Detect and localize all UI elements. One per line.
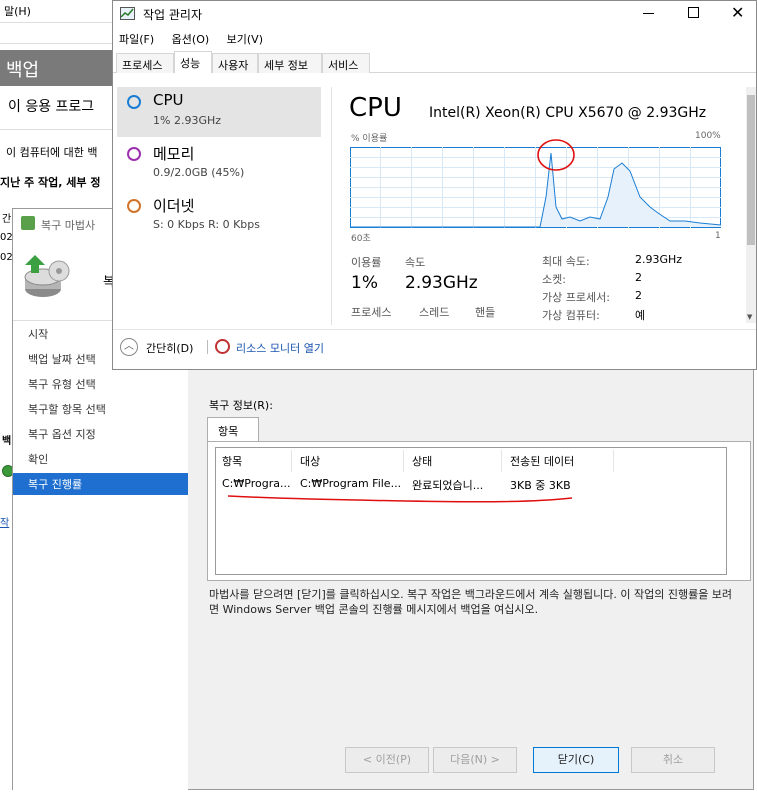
scrollbar-thumb[interactable] bbox=[747, 95, 755, 245]
virtual-machine-value: 예 bbox=[635, 309, 646, 322]
tab-users[interactable]: 사용자 bbox=[212, 53, 258, 73]
background-title: 백업 bbox=[0, 50, 120, 86]
memory-circle-icon bbox=[127, 147, 141, 161]
cpu-sub: 1% 2.93GHz bbox=[153, 114, 222, 127]
threads-label: 스레드 bbox=[419, 306, 450, 319]
graph-xright: 1 bbox=[715, 231, 721, 241]
virtual-processors-value: 2 bbox=[635, 289, 642, 302]
task-manager-tabs: 프로세스 성능 사용자 세부 정보 서비스 bbox=[113, 51, 756, 74]
close-icon[interactable]: ✕ bbox=[731, 3, 744, 22]
virtual-processors-label: 가상 프로세서: bbox=[542, 291, 610, 304]
sockets-label: 소켓: bbox=[542, 273, 566, 286]
recovery-items-list[interactable]: 항목 대상 상태 전송된 데이터 C:₩Progra... C:₩Program… bbox=[215, 447, 727, 575]
wizard-nav: 시작 백업 날짜 선택 복구 유형 선택 복구할 항목 선택 복구 옵션 지정 … bbox=[13, 321, 188, 791]
task-manager-title: 작업 관리자 bbox=[143, 8, 203, 22]
virtual-machine-label: 가상 컴퓨터: bbox=[542, 309, 600, 322]
resource-monitor-link[interactable]: 리소스 모니터 열기 bbox=[236, 340, 324, 356]
close-button[interactable]: 닫기(C) bbox=[533, 747, 619, 773]
graph-ymax: 100% bbox=[695, 131, 721, 141]
sidebar-divider bbox=[331, 87, 332, 325]
red-circle-annotation bbox=[537, 139, 575, 171]
background-address bbox=[0, 22, 120, 44]
sidebar-item-memory[interactable]: 메모리 0.9/2.0GB (45%) bbox=[117, 139, 321, 189]
menu-file[interactable]: 파일(F) bbox=[119, 33, 154, 46]
tab-services[interactable]: 서비스 bbox=[322, 53, 370, 73]
cpu-model: Intel(R) Xeon(R) CPU X5670 @ 2.93GHz bbox=[429, 105, 707, 121]
task-manager-window: 작업 관리자 ✕ 파일(F) 옵션(O) 보기(V) 프로세스 성능 사용자 세… bbox=[112, 0, 757, 370]
task-manager-titlebar: 작업 관리자 ✕ bbox=[113, 1, 756, 27]
column-header-target[interactable]: 대상 bbox=[294, 450, 404, 472]
nav-item-progress[interactable]: 복구 진행률 bbox=[13, 473, 188, 495]
speed-label: 속도 bbox=[405, 256, 426, 269]
speed-value: 2.93GHz bbox=[405, 273, 478, 293]
tab-details[interactable]: 세부 정보 bbox=[258, 53, 322, 73]
tab-items[interactable]: 항목 bbox=[207, 417, 259, 443]
bg-label-1: 02 bbox=[0, 232, 13, 243]
graph-ylabel: % 이용률 bbox=[351, 134, 388, 144]
usage-label: 이용률 bbox=[351, 256, 382, 269]
background-line2: 지난 주 작업, 세부 정 bbox=[0, 176, 101, 189]
fewer-details-link[interactable]: 간단히(D) bbox=[146, 340, 193, 356]
wizard-app-icon bbox=[21, 216, 35, 230]
handles-label: 핸들 bbox=[475, 306, 496, 319]
minimize-icon[interactable] bbox=[643, 13, 654, 14]
menu-view[interactable]: 보기(V) bbox=[227, 33, 263, 46]
memory-sub: 0.9/2.0GB (45%) bbox=[153, 166, 245, 179]
prev-button[interactable]: < 이전(P) bbox=[345, 747, 429, 773]
cpu-heading: CPU bbox=[349, 93, 402, 123]
sockets-value: 2 bbox=[635, 271, 642, 284]
sidebar-item-cpu[interactable]: CPU 1% 2.93GHz bbox=[117, 87, 321, 137]
background-line1: 이 컴퓨터에 대한 백 bbox=[6, 146, 98, 159]
task-manager-footer: ︿ 간단히(D) 리소스 모니터 열기 bbox=[113, 329, 756, 369]
menu-options[interactable]: 옵션(O) bbox=[172, 33, 209, 46]
ethernet-circle-icon bbox=[127, 199, 141, 213]
memory-name: 메모리 bbox=[153, 145, 195, 163]
ethernet-sub: S: 0 Kbps R: 0 Kbps bbox=[153, 218, 260, 231]
column-header-item[interactable]: 항목 bbox=[216, 450, 292, 472]
cpu-name: CPU bbox=[153, 91, 184, 109]
cpu-detail-panel: CPU Intel(R) Xeon(R) CPU X5670 @ 2.93GHz… bbox=[349, 73, 749, 325]
help-menu[interactable]: 말(H) bbox=[4, 5, 31, 18]
tab-processes[interactable]: 프로세스 bbox=[116, 53, 174, 73]
vertical-scrollbar[interactable]: ▼ bbox=[746, 87, 756, 323]
resource-monitor-icon bbox=[215, 339, 230, 354]
footer-separator bbox=[207, 340, 208, 354]
ethernet-name: 이더넷 bbox=[153, 197, 195, 215]
recovery-info-label: 복구 정보(R): bbox=[209, 399, 273, 412]
wizard-title: 복구 마법사 bbox=[41, 219, 96, 232]
task-manager-menubar: 파일(F) 옵션(O) 보기(V) bbox=[113, 27, 756, 49]
cancel-button[interactable]: 취소 bbox=[631, 747, 715, 773]
nav-item-select-items[interactable]: 복구할 항목 선택 bbox=[13, 398, 188, 420]
nav-item-recovery-type[interactable]: 복구 유형 선택 bbox=[13, 373, 188, 395]
max-speed-label: 최대 속도: bbox=[542, 255, 590, 268]
maximize-icon[interactable] bbox=[688, 7, 699, 18]
scroll-down-icon[interactable]: ▼ bbox=[747, 313, 752, 321]
cpu-circle-icon bbox=[127, 95, 141, 109]
red-underline-annotation bbox=[227, 495, 573, 503]
processes-label: 프로세스 bbox=[351, 306, 392, 319]
wizard-info-text: 마법사를 닫으려면 [닫기]를 클릭하십시오. 복구 작업은 백그라운드에서 계… bbox=[209, 588, 733, 616]
performance-sidebar: CPU 1% 2.93GHz 메모리 0.9/2.0GB (45%) 이더넷 S… bbox=[113, 73, 325, 325]
bg-label-4[interactable]: 작 bbox=[0, 514, 9, 529]
nav-item-confirm[interactable]: 확인 bbox=[13, 448, 188, 470]
collapse-chevron-icon[interactable]: ︿ bbox=[120, 338, 138, 356]
column-header-status[interactable]: 상태 bbox=[406, 450, 502, 472]
bg-label-2: 02 bbox=[0, 252, 13, 263]
graph-xleft: 60초 bbox=[351, 234, 371, 244]
bg-label-0: 간 bbox=[2, 214, 12, 225]
background-subtitle: 이 응용 프로그 bbox=[0, 86, 120, 130]
max-speed-value: 2.93GHz bbox=[635, 253, 683, 266]
background-menubar[interactable]: 말(H) bbox=[0, 0, 120, 22]
bg-label-3: 백 bbox=[2, 436, 12, 447]
tab-performance[interactable]: 성능 bbox=[174, 51, 212, 74]
recovery-icon bbox=[21, 251, 73, 303]
next-button[interactable]: 다음(N) > bbox=[433, 747, 517, 773]
usage-value: 1% bbox=[351, 273, 378, 293]
column-header-data[interactable]: 전송된 데이터 bbox=[504, 450, 614, 472]
nav-item-options[interactable]: 복구 옵션 지정 bbox=[13, 423, 188, 445]
sidebar-item-ethernet[interactable]: 이더넷 S: 0 Kbps R: 0 Kbps bbox=[117, 191, 321, 241]
task-manager-app-icon bbox=[120, 7, 135, 20]
